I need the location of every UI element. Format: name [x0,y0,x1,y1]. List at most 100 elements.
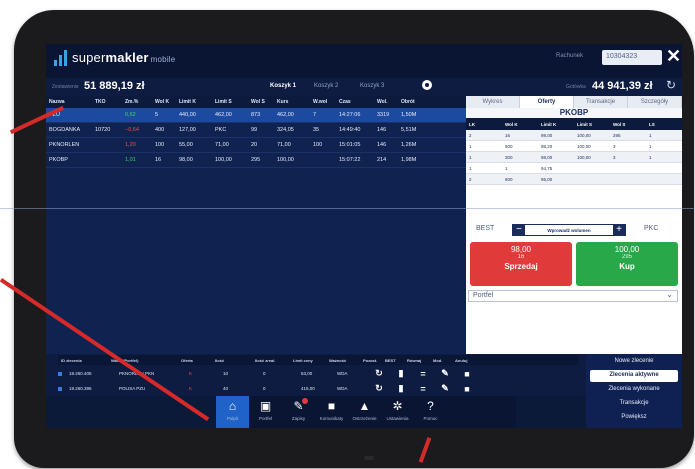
volume-row: BEST − Wprowadź wolumen + PKC [466,220,682,240]
nav-label: Portfel [258,416,272,421]
book-cell: 100,00 [577,154,591,160]
table-cell: 5 [155,112,159,118]
nav-item[interactable]: ⌂ Pulpit [216,396,249,428]
table-cell: 100 [155,142,165,148]
logo-icon [54,50,67,66]
wallet-icon: ▣ [259,399,272,413]
panel-tab[interactable]: Transakcje [574,96,628,108]
table-cell: 99 [251,127,258,133]
portfolio-select[interactable]: Portfel ⌄ [468,290,678,302]
edit-icon[interactable]: ✎ [434,368,456,379]
table-cell: 100,00 [215,157,232,163]
chart-icon[interactable]: ▮ [390,368,412,379]
table-cell: 462,00 [277,112,294,118]
column-header: Wol K [155,99,170,105]
buy-button[interactable]: 100,00 295 Kup [576,242,678,286]
table-row[interactable]: BOGDANKA 10720 −0,64 400 127,00 PKC 99 324,05 35… [46,123,466,138]
volume-stepper[interactable]: − Wprowadź wolumen + [512,224,626,236]
summary-right-label: Gotówka [566,84,586,90]
refresh-icon[interactable]: ↻ [368,383,390,394]
summary-left-label: Zestawienie [52,84,79,90]
panel-tab[interactable]: Wykres [466,96,520,108]
book-cell: 2 [469,132,472,138]
orders-column-header: Równaj [407,357,422,363]
table-row[interactable]: PZU 0,62 5 440,00 462,00 873 462,00 7 14:27:06 33… [46,108,466,123]
edit-icon[interactable]: ✎ [434,383,456,394]
book-cell: 1 [649,154,652,160]
nav-label: Ustawienia [386,416,409,421]
divider-line [0,208,695,209]
help-icon: ? [427,399,434,413]
column-header: Nazwa [49,99,65,105]
table-cell: 127,00 [179,127,196,133]
equalize-icon[interactable]: = [412,369,434,379]
order-cell: WDA [337,371,348,376]
order-cell: 40 [223,386,229,391]
table-cell: 146 [377,142,387,148]
orders-menu-item[interactable]: Powiększ [590,412,678,424]
table-cell: PKNORLEN [49,142,80,148]
pkc-button[interactable]: PKC [644,225,658,232]
order-cell: POLISA PZU [119,386,146,391]
table-cell: 214 [377,157,387,163]
trash-icon[interactable]: ■ [456,369,478,379]
volume-input[interactable]: Wprowadź wolumen [525,228,613,233]
orders-column-header: Limit ceny [293,357,313,363]
table-row[interactable]: PKNORLEN 1,20 100 55,00 71,00 20 71,00 100 15:01… [46,138,466,153]
order-row[interactable]: 19.260.396 POLISA PZU K 40 0 415,00 WDA ↻ ▮ = ✎ ■ [58,381,578,396]
refresh-icon[interactable]: ↻ [666,78,676,92]
panel-tab[interactable]: Szczegóły [628,96,682,108]
panel-tab[interactable]: Oferty [520,96,574,108]
plus-icon[interactable]: + [613,224,625,236]
account-select[interactable]: 10304323 [602,50,662,65]
sell-button[interactable]: 98,00 16 Sprzedaj [470,242,572,286]
equalize-icon[interactable]: = [412,384,434,394]
orders-menu-item[interactable]: Nowe zlecenie [590,356,678,368]
table-cell: 71,00 [215,142,229,148]
nav-item[interactable]: ✲ Ustawienia [381,396,414,428]
panel-tabs: Wykres Oferty Transakcje Szczegóły [466,96,682,108]
instrument-panel: Wykres Oferty Transakcje Szczegóły PKOBP LK… [466,96,682,354]
nav-item[interactable]: ? Pomoc [414,396,447,428]
row-marker-icon [58,386,62,391]
settings-gear-icon[interactable] [422,80,432,90]
refresh-icon[interactable]: ↻ [368,368,390,379]
orders-column-header: Ilość [215,357,225,363]
nav-label: Pomoc [423,416,438,421]
table-cell: 35 [313,127,320,133]
sell-qty: 16 [517,254,525,260]
table-row[interactable]: PKOBP 1,01 16 98,00 100,00 295 100,00 15:07:22 2… [46,153,466,168]
table-cell: 14:49:40 [339,127,361,133]
column-header: Czas [339,99,351,105]
order-cell: 0 [263,371,266,376]
orders-table-header: ID zleceniaWalor (Portfel)OfertaIlośćIlo… [58,355,578,365]
orders-menu-item[interactable]: Zlecenia wykonane [590,384,678,396]
tab-koszyk-1[interactable]: Koszyk 1 [270,83,296,89]
tab-koszyk-2[interactable]: Koszyk 2 [314,83,338,89]
nav-item[interactable]: ✎ Zapisy [282,396,315,428]
nav-item[interactable]: ▲ Ostrzeżenie [348,396,381,428]
trash-icon[interactable]: ■ [456,384,478,394]
table-cell: 146 [377,127,387,133]
book-cell: 94,75 [541,165,553,171]
column-header: Wol S [251,99,265,105]
close-icon[interactable]: ✕ [666,46,681,67]
orders-menu-item[interactable]: Zlecenia aktywne [590,370,678,382]
nav-item[interactable]: ■ Komunikaty [315,396,348,428]
top-bar: supermakler mobile Rachunek 10304323 ✕ [46,44,682,78]
order-book-header: LK Wol K Limit K Limit S Wol S LS [466,118,682,130]
chart-icon[interactable]: ▮ [390,383,412,394]
table-cell: 1,01 [125,157,136,163]
best-button[interactable]: BEST [476,225,494,232]
book-cell: 295 [613,132,621,138]
minus-icon[interactable]: − [513,224,525,236]
book-row: 1 500 98,20 100,00 3 1 [466,141,682,152]
tab-koszyk-3[interactable]: Koszyk 3 [360,83,384,89]
nav-item[interactable]: ▣ Portfel [249,396,282,428]
column-header: Limit S [215,99,232,105]
book-header: Limit S [577,121,593,127]
orders-column-header: Anuluj [455,357,468,363]
orders-menu-item[interactable]: Transakcje [590,398,678,410]
order-cell: 0 [263,386,266,391]
order-cell: 10 [223,371,229,376]
